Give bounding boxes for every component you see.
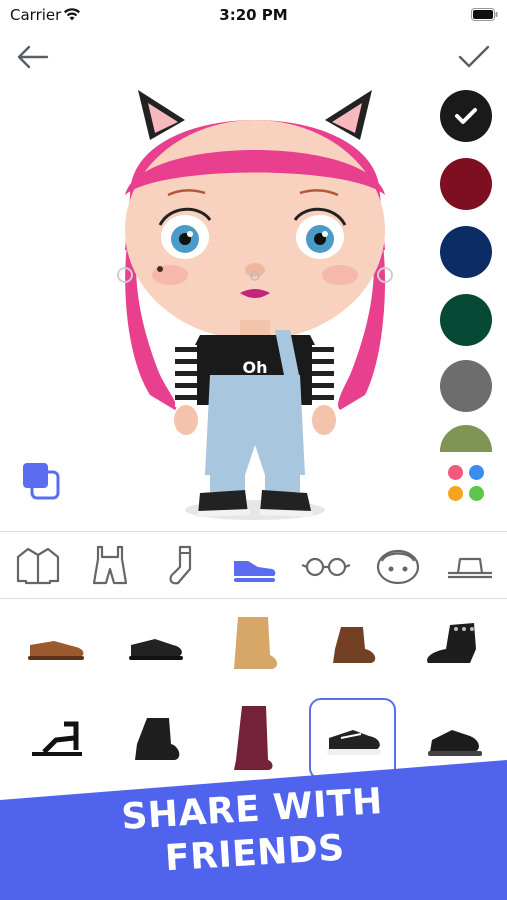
status-bar: Carrier 3:20 PM [0, 0, 507, 30]
divider [0, 531, 507, 532]
hat-icon[interactable] [444, 543, 496, 587]
color-swatch-black[interactable] [440, 90, 492, 142]
color-palette-icon[interactable] [442, 463, 490, 503]
color-swatch-olive[interactable] [440, 425, 492, 452]
shoe-item-black-studded-boot[interactable] [410, 605, 498, 681]
battery-icon [471, 8, 498, 21]
color-swatch-navy[interactable] [440, 226, 492, 278]
clock: 3:20 PM [219, 6, 288, 24]
color-swatch-green[interactable] [440, 294, 492, 346]
sock-icon[interactable] [156, 543, 208, 587]
color-swatch-burgundy[interactable] [440, 158, 492, 210]
shoe-icon[interactable] [228, 543, 280, 587]
shoe-item-brown-ankle-boot[interactable] [311, 605, 399, 681]
shoe-item-tan-boot[interactable] [212, 605, 300, 681]
layers-icon[interactable] [20, 460, 62, 502]
overalls-icon[interactable] [84, 543, 136, 587]
svg-text:Oh: Oh [243, 358, 268, 377]
shoe-item-black-sneaker[interactable] [113, 605, 201, 681]
arrow-left-icon[interactable] [14, 42, 52, 72]
jacket-icon[interactable] [12, 543, 64, 587]
checkmark-icon [455, 108, 477, 124]
shoe-item-brown-loafer[interactable] [14, 605, 102, 681]
glasses-icon[interactable] [300, 543, 352, 587]
divider [0, 598, 507, 599]
checkmark-icon[interactable] [455, 42, 493, 72]
category-bar [0, 533, 507, 597]
avatar-preview: Oh [117, 90, 393, 520]
face-icon[interactable] [372, 543, 424, 587]
color-swatch-gray[interactable] [440, 360, 492, 412]
